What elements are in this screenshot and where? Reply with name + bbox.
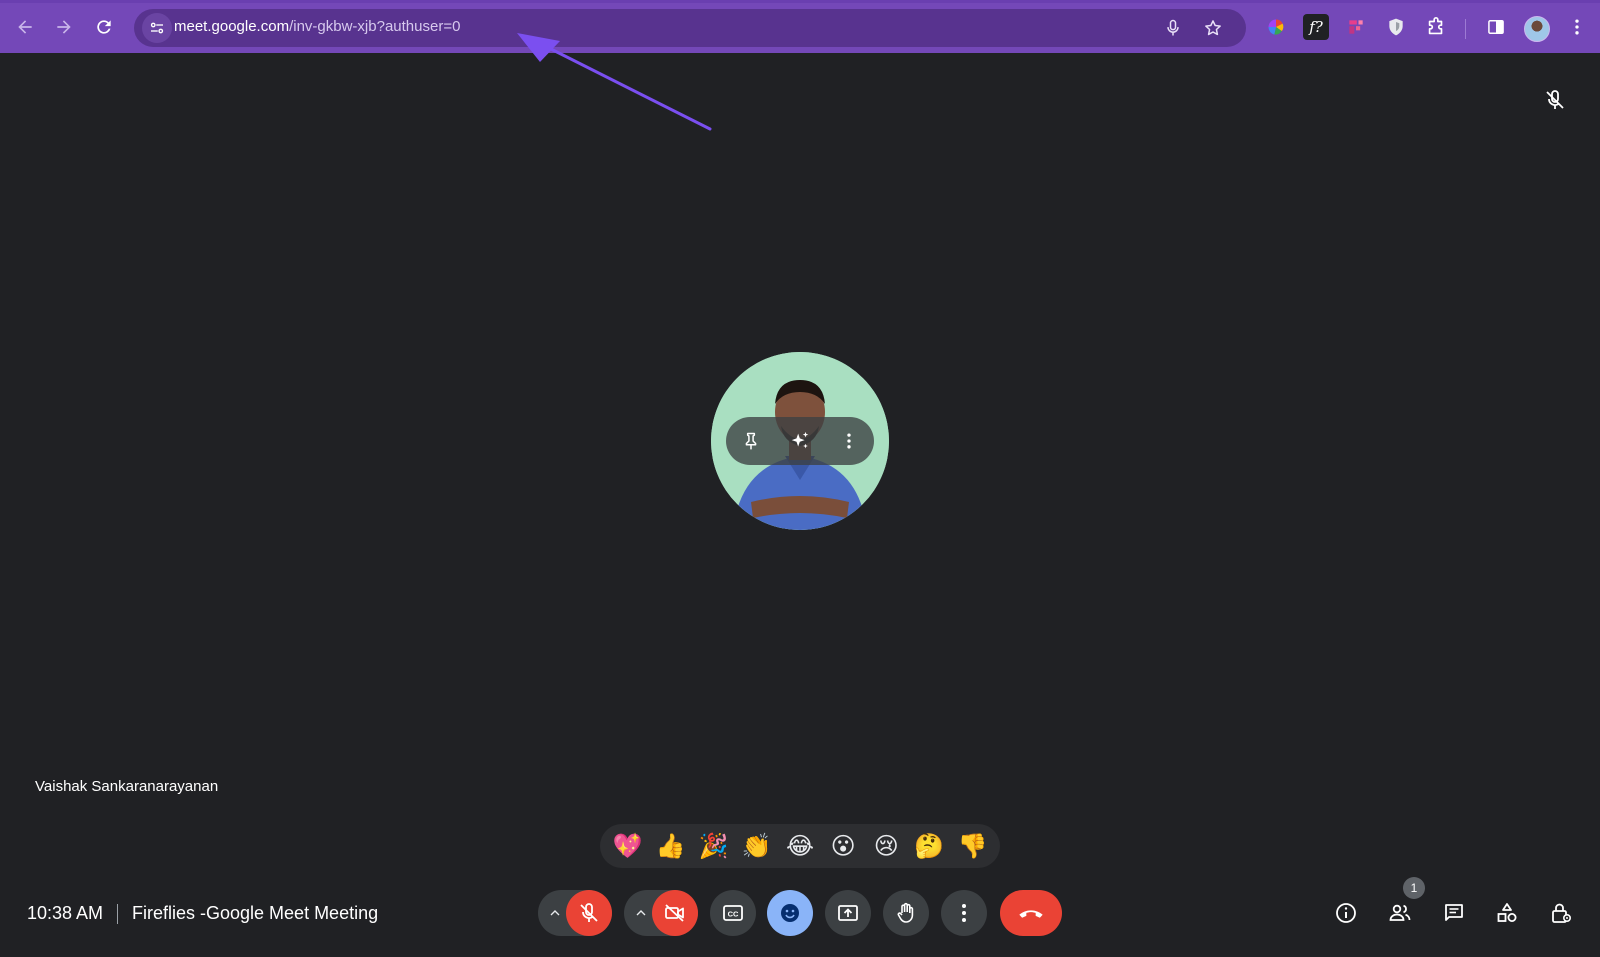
microphone-toggle-button[interactable] [566,890,612,936]
reload-button[interactable] [88,11,120,43]
fonts-extension[interactable]: f? [1303,14,1329,40]
bookmark-star-icon [1205,20,1221,36]
side-panel-icon [1488,20,1504,34]
chrome-menu-button[interactable] [1564,14,1590,40]
url-host: meet.google.com [174,18,290,35]
reaction-thumbs-up[interactable]: 👍 [653,828,689,864]
reaction-clapping[interactable]: 👏 [739,828,775,864]
end-call-icon [1019,910,1043,918]
profile-avatar[interactable] [1524,16,1550,42]
reaction-thinking[interactable]: 🤔 [911,828,947,864]
host-controls-lock-icon [1552,903,1572,923]
meeting-title: Fireflies -Google Meet Meeting [132,903,379,923]
forward-button[interactable] [48,11,80,43]
people-button[interactable] [1385,898,1415,928]
fonts-extension-icon: f? [1309,18,1323,36]
raise-hand-button[interactable] [883,890,929,936]
svg-text:CC: CC [728,910,739,919]
chevron-up-icon [550,910,560,916]
meeting-clock: 10:38 AM [27,903,104,923]
forward-icon [57,20,71,34]
visual-effects-button[interactable] [789,430,811,452]
color-picker-extension-icon [1268,19,1284,35]
activities-shapes-icon [1497,903,1517,922]
emoji-smile-icon [781,904,799,922]
activities-button[interactable] [1492,898,1522,928]
mic-off-icon [580,903,598,922]
meeting-details-button[interactable] [1331,898,1361,928]
muted-mic-indicator-icon [1546,90,1564,109]
visual-effects-sparkle-icon [791,431,809,449]
chevron-up-icon [636,910,646,916]
extensions-puzzle-icon [1428,17,1443,35]
shield-extension[interactable] [1383,14,1409,40]
fireflies-extension-icon [1349,20,1363,34]
chat-button[interactable] [1439,898,1469,928]
camera-toggle-button[interactable] [652,890,698,936]
send-reaction-button[interactable] [767,890,813,936]
chat-icon [1445,904,1463,921]
participant-count-badge: 1 [1403,877,1425,899]
url-path: /inv-gkbw-xjb?authuser=0 [289,18,461,35]
site-info-icon [150,22,164,34]
host-controls-button[interactable] [1546,898,1576,928]
reactions-bar: 💖 👍 🎉 👏 😂 😮 😢 🤔 👎 [600,824,1000,868]
bookmark-button[interactable] [1198,13,1228,43]
leave-call-button[interactable] [1000,890,1062,936]
present-screen-button[interactable] [825,890,871,936]
address-bar[interactable]: meet.google.com/inv-gkbw-xjb?authuser=0 [134,9,1246,47]
fireflies-extension[interactable] [1343,14,1369,40]
extensions-button[interactable] [1423,14,1449,40]
pin-button[interactable] [740,430,762,452]
side-panel-button[interactable] [1483,14,1509,40]
browser-toolbar: meet.google.com/inv-gkbw-xjb?authuser=0 … [0,0,1600,53]
people-icon [1389,904,1411,921]
voice-search-button[interactable] [1158,13,1188,43]
back-icon [18,20,32,34]
pin-icon [745,432,757,450]
chrome-menu-icon [1575,19,1579,35]
shield-extension-icon [1389,18,1403,36]
more-vert-icon [962,904,966,922]
toolbar-divider [1465,19,1466,39]
url-text[interactable]: meet.google.com/inv-gkbw-xjb?authuser=0 [174,18,460,35]
color-picker-extension[interactable] [1263,14,1289,40]
raise-hand-icon [897,902,914,923]
reaction-sad[interactable]: 😢 [868,828,904,864]
camera-off-icon [665,904,684,922]
participant-name: Vaishak Sankaranarayanan [35,778,219,795]
reaction-laughing[interactable]: 😂 [782,828,818,864]
voice-search-icon [1167,19,1179,36]
info-icon [1336,903,1356,923]
reaction-thumbs-down[interactable]: 👎 [954,828,990,864]
participant-tile-actions [726,417,874,465]
tile-more-options-button[interactable] [838,430,860,452]
captions-button[interactable]: CC [710,890,756,936]
bottom-bar-divider [117,904,118,924]
back-button[interactable] [9,11,41,43]
reaction-sparkling-heart[interactable]: 💖 [610,828,646,864]
closed-captions-icon: CC [723,905,743,921]
reaction-party-popper[interactable]: 🎉 [696,828,732,864]
site-info-button[interactable] [142,13,172,43]
reload-icon [97,20,111,34]
more-options-button[interactable] [941,890,987,936]
reaction-surprised[interactable]: 😮 [825,828,861,864]
present-screen-icon [838,905,858,921]
more-options-icon [847,433,851,449]
